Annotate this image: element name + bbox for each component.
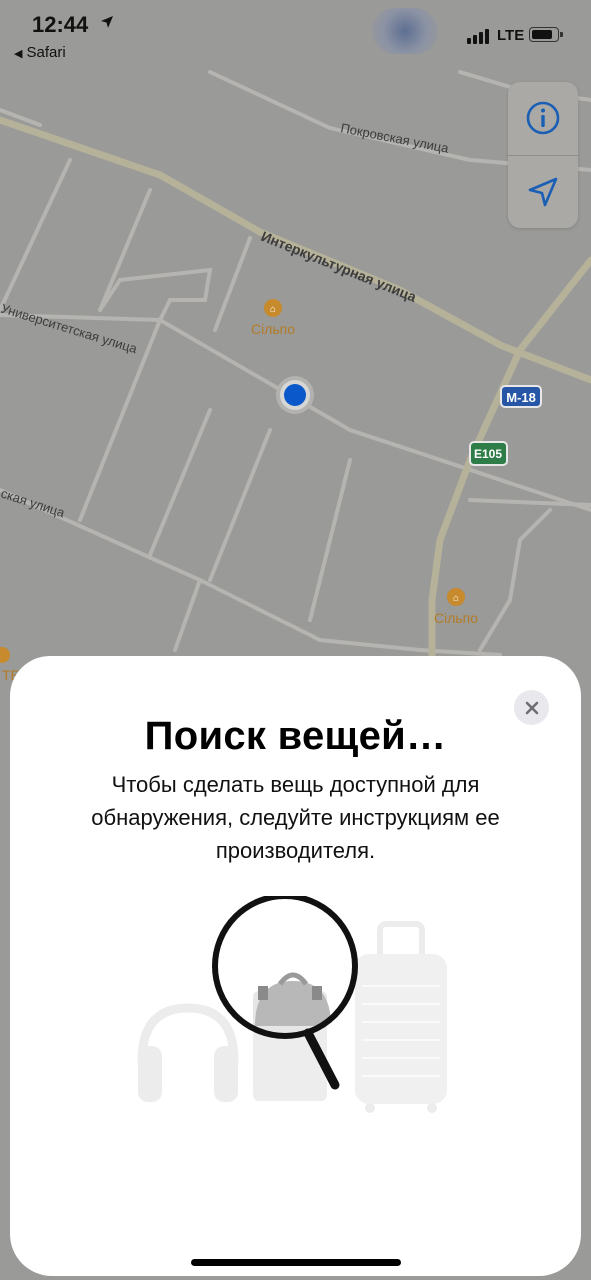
signal-icon (467, 29, 493, 44)
back-app-label: Safari (26, 44, 66, 61)
status-time: 12:44 (32, 12, 89, 37)
track-location-button[interactable] (508, 156, 578, 228)
location-arrow-icon (528, 177, 558, 207)
svg-text:M-18: M-18 (506, 390, 536, 405)
map-controls (508, 82, 578, 228)
poi-label: Сільпо (434, 610, 478, 626)
poi-label: Сільпо (251, 321, 295, 337)
status-bar: 12:44 ◀ Safari LTE (0, 0, 591, 70)
route-shield-m18: M-18 (500, 385, 542, 408)
suitcase-icon (355, 921, 447, 1113)
home-indicator[interactable] (191, 1259, 401, 1266)
back-to-app-link[interactable]: ◀ Safari (14, 44, 66, 61)
sheet-title: Поиск вещей… (144, 714, 447, 758)
svg-text:E105: E105 (474, 447, 502, 461)
svg-text:⌂: ⌂ (453, 593, 459, 604)
battery-icon (529, 27, 563, 42)
find-items-sheet: Поиск вещей… Чтобы сделать вещь доступно… (10, 656, 581, 1276)
back-arrow-icon: ◀ (14, 48, 23, 60)
user-location-dot (276, 376, 314, 414)
sheet-description: Чтобы сделать вещь доступной для обнаруж… (91, 772, 500, 863)
network-type: LTE (497, 27, 525, 44)
svg-text:⌂: ⌂ (270, 304, 276, 315)
headphones-icon (137, 1003, 239, 1102)
blurred-indicator (372, 8, 438, 54)
search-illustration (137, 896, 447, 1113)
close-icon (525, 701, 538, 714)
info-icon (526, 101, 560, 135)
route-shield-e105: E105 (469, 441, 508, 466)
info-button[interactable] (508, 82, 578, 154)
location-services-icon (101, 16, 113, 28)
